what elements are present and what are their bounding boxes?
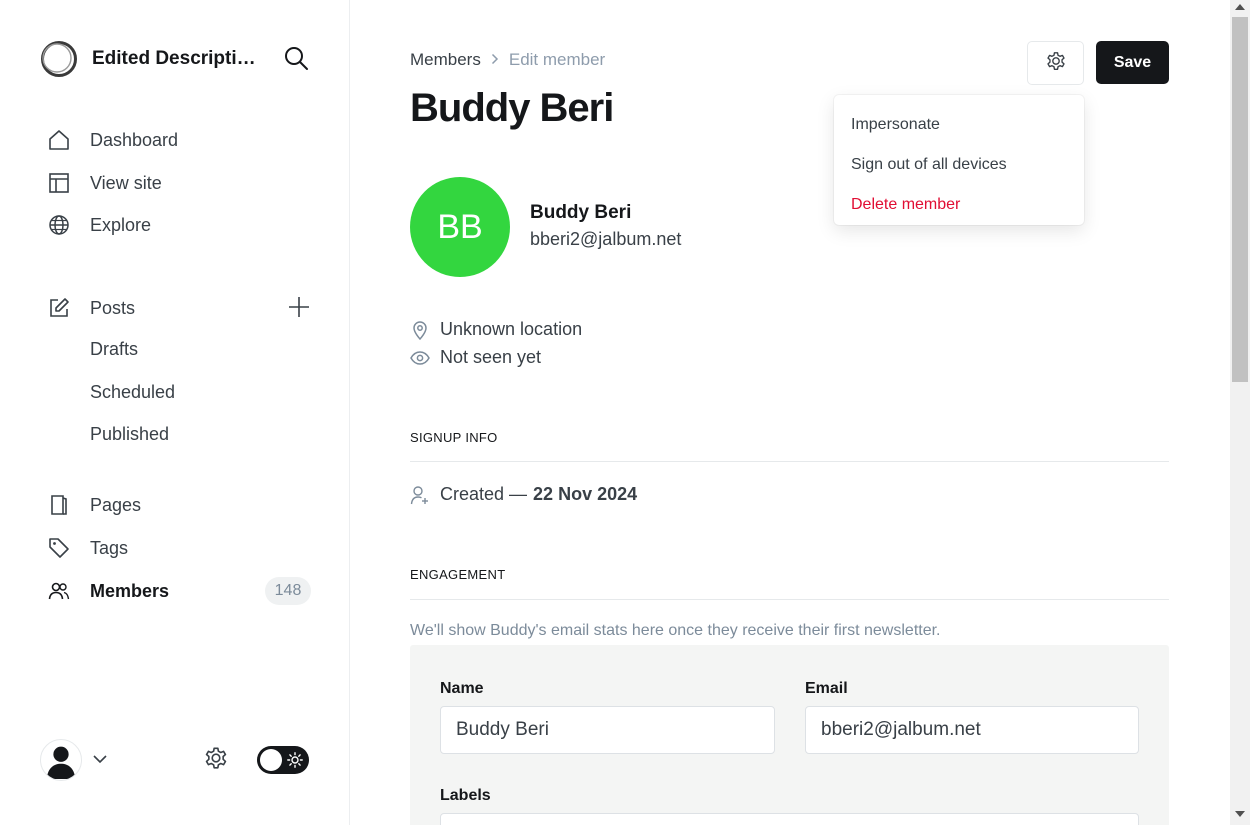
divider: [410, 461, 1169, 462]
scrollbar-thumb[interactable]: [1232, 17, 1248, 382]
location-pin-icon: [410, 320, 430, 340]
sidebar-item-tags[interactable]: Tags: [48, 535, 128, 561]
sidebar-item-view-site[interactable]: View site: [48, 170, 162, 196]
site-title: Edited Description for Site: [92, 48, 262, 69]
sidebar-item-posts[interactable]: Posts: [48, 295, 135, 321]
settings-button[interactable]: [202, 746, 230, 774]
member-form: Name Buddy Beri Email bberi2@jalbum.net …: [410, 645, 1169, 825]
user-add-icon: [410, 485, 430, 505]
created-info: Created — 22 Nov 2024: [410, 484, 637, 505]
site-logo-icon: [40, 40, 78, 78]
search-icon: [283, 45, 309, 76]
chevron-right-icon: [491, 50, 499, 70]
name-input[interactable]: Buddy Beri: [440, 706, 775, 754]
globe-icon: [48, 214, 70, 236]
gear-icon: [1045, 50, 1067, 77]
sidebar-item-members[interactable]: Members: [48, 578, 169, 604]
eye-icon: [410, 348, 430, 368]
new-post-button[interactable]: [286, 296, 312, 322]
save-button[interactable]: Save: [1096, 41, 1169, 84]
name-label: Name: [440, 680, 484, 697]
breadcrumb-current: Edit member: [508, 50, 606, 69]
main-content: Members Edit member Buddy Beri Save Impe…: [350, 0, 1230, 825]
divider: [410, 599, 1169, 600]
sidebar-item-drafts[interactable]: Drafts: [90, 339, 138, 360]
labels-input[interactable]: [440, 813, 1139, 825]
sidebar-item-dashboard[interactable]: Dashboard: [48, 127, 178, 153]
page-icon: [48, 494, 70, 516]
users-icon: [48, 580, 70, 602]
signup-info-heading: SIGNUP INFO: [410, 430, 498, 445]
home-icon: [48, 129, 70, 151]
tag-icon: [48, 537, 70, 559]
theme-toggle[interactable]: [257, 746, 309, 774]
site-brand[interactable]: Edited Description for Site: [40, 40, 262, 78]
toggle-knob: [260, 749, 282, 771]
chevron-down-icon: [92, 751, 108, 769]
member-last-seen: Not seen yet: [410, 347, 541, 368]
member-location: Unknown location: [410, 319, 582, 340]
members-count-badge: 148: [265, 577, 311, 605]
sidebar-item-pages[interactable]: Pages: [48, 492, 141, 518]
member-actions-dropdown: Impersonate Sign out of all devices Dele…: [834, 95, 1084, 225]
sidebar-item-scheduled[interactable]: Scheduled: [90, 382, 175, 403]
member-avatar: BB: [410, 177, 510, 277]
gear-icon: [203, 745, 229, 776]
delete-member-menu-item[interactable]: Delete member: [834, 185, 1084, 225]
member-name: Buddy Beri: [530, 202, 632, 223]
page-title: Buddy Beri: [410, 86, 614, 130]
member-actions-button[interactable]: [1027, 41, 1084, 85]
plus-icon: [287, 295, 311, 324]
labels-label: Labels: [440, 787, 491, 804]
email-input[interactable]: bberi2@jalbum.net: [805, 706, 1139, 754]
engagement-note: We'll show Buddy's email stats here once…: [410, 622, 941, 639]
sidebar-item-explore[interactable]: Explore: [48, 212, 151, 238]
user-avatar-icon: [40, 739, 82, 781]
sidebar: Edited Description for Site Dashboard Vi…: [0, 0, 350, 825]
member-email: bberi2@jalbum.net: [530, 229, 682, 249]
breadcrumb: Members Edit member: [410, 50, 605, 70]
email-label: Email: [805, 680, 848, 697]
edit-icon: [48, 297, 70, 319]
sidebar-item-published[interactable]: Published: [90, 424, 169, 445]
sign-out-all-devices-menu-item[interactable]: Sign out of all devices: [834, 145, 1084, 185]
engagement-heading: ENGAGEMENT: [410, 567, 506, 582]
search-button[interactable]: [282, 46, 310, 74]
scroll-down-arrow-icon[interactable]: [1235, 811, 1245, 817]
impersonate-menu-item[interactable]: Impersonate: [834, 105, 1084, 145]
breadcrumb-members[interactable]: Members: [410, 50, 481, 70]
layout-icon: [48, 172, 70, 194]
scroll-up-arrow-icon[interactable]: [1235, 4, 1245, 10]
sun-icon: [286, 751, 304, 769]
user-menu[interactable]: [40, 739, 108, 781]
